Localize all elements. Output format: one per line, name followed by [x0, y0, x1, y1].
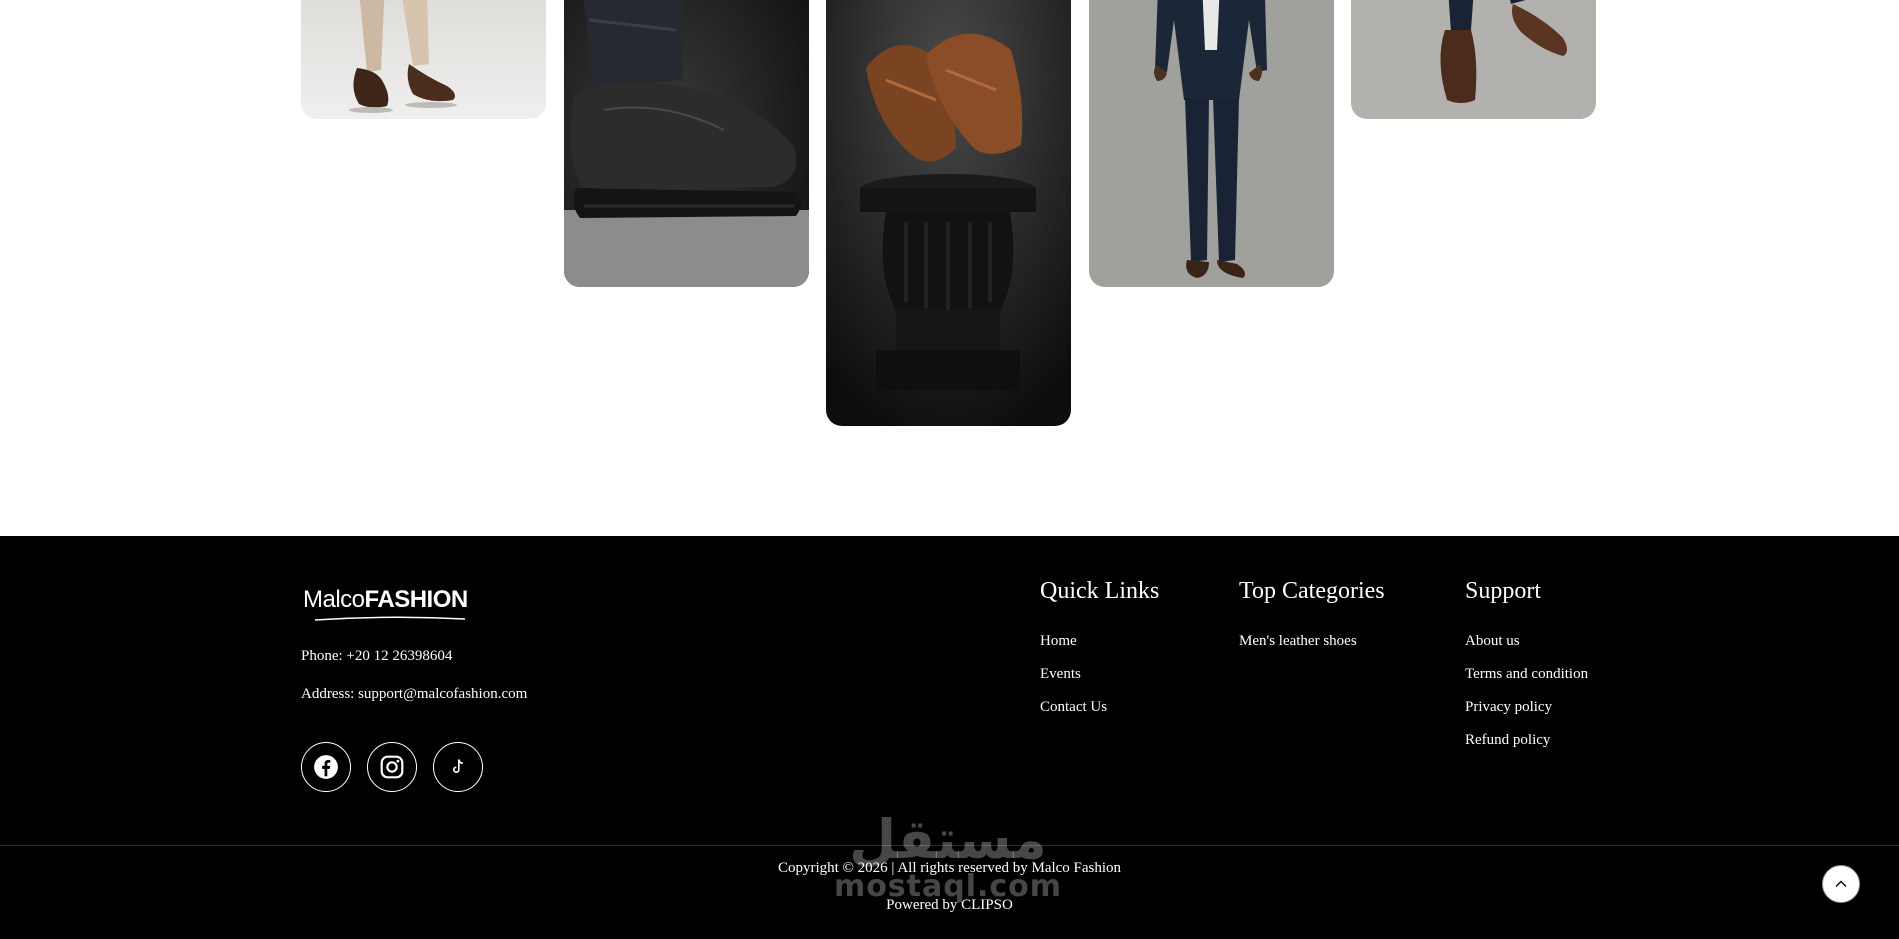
link-events[interactable]: Events — [1040, 666, 1081, 683]
top-categories-title: Top Categories — [1239, 578, 1385, 604]
site-footer — [0, 536, 1899, 939]
link-about-us[interactable]: About us — [1465, 633, 1520, 650]
gallery-image-4[interactable] — [1089, 0, 1334, 287]
logo-swoosh — [315, 616, 465, 621]
link-privacy-policy[interactable]: Privacy policy — [1465, 699, 1552, 716]
footer-divider — [0, 845, 1899, 846]
product-gallery — [0, 0, 1899, 536]
footer-address: Address: support@malcofashion.com — [301, 686, 528, 702]
tiktok-button[interactable] — [433, 742, 483, 792]
support-title: Support — [1465, 578, 1542, 604]
scroll-to-top-button[interactable] — [1822, 865, 1860, 903]
gallery-image-2[interactable] — [564, 0, 809, 287]
chevron-up-icon — [1835, 880, 1847, 887]
link-mens-leather-shoes[interactable]: Men's leather shoes — [1239, 633, 1357, 650]
gallery-image-5[interactable] — [1351, 0, 1596, 119]
instagram-icon — [380, 755, 404, 779]
link-home[interactable]: Home — [1040, 633, 1077, 650]
logo-text-light: Malco — [303, 586, 365, 613]
tiktok-icon — [453, 759, 463, 773]
logo-text-bold: FASHION — [364, 586, 469, 613]
quick-links-title: Quick Links — [1040, 578, 1160, 604]
gallery-image-1[interactable] — [301, 0, 546, 119]
facebook-button[interactable] — [301, 742, 351, 792]
instagram-button[interactable] — [367, 742, 417, 792]
copyright-text: Copyright © 2026 | All rights reserved b… — [777, 860, 1122, 876]
facebook-icon — [314, 755, 338, 779]
link-refund-policy[interactable]: Refund policy — [1465, 732, 1550, 749]
link-terms[interactable]: Terms and condition — [1465, 666, 1588, 683]
footer-logo[interactable]: MalcoFASHION — [301, 586, 473, 624]
link-contact-us[interactable]: Contact Us — [1040, 699, 1107, 716]
gallery-image-3[interactable] — [826, 0, 1071, 426]
powered-by-text: Powered by CLIPSO — [886, 897, 1013, 913]
footer-phone: Phone: +20 12 26398604 — [301, 648, 453, 664]
